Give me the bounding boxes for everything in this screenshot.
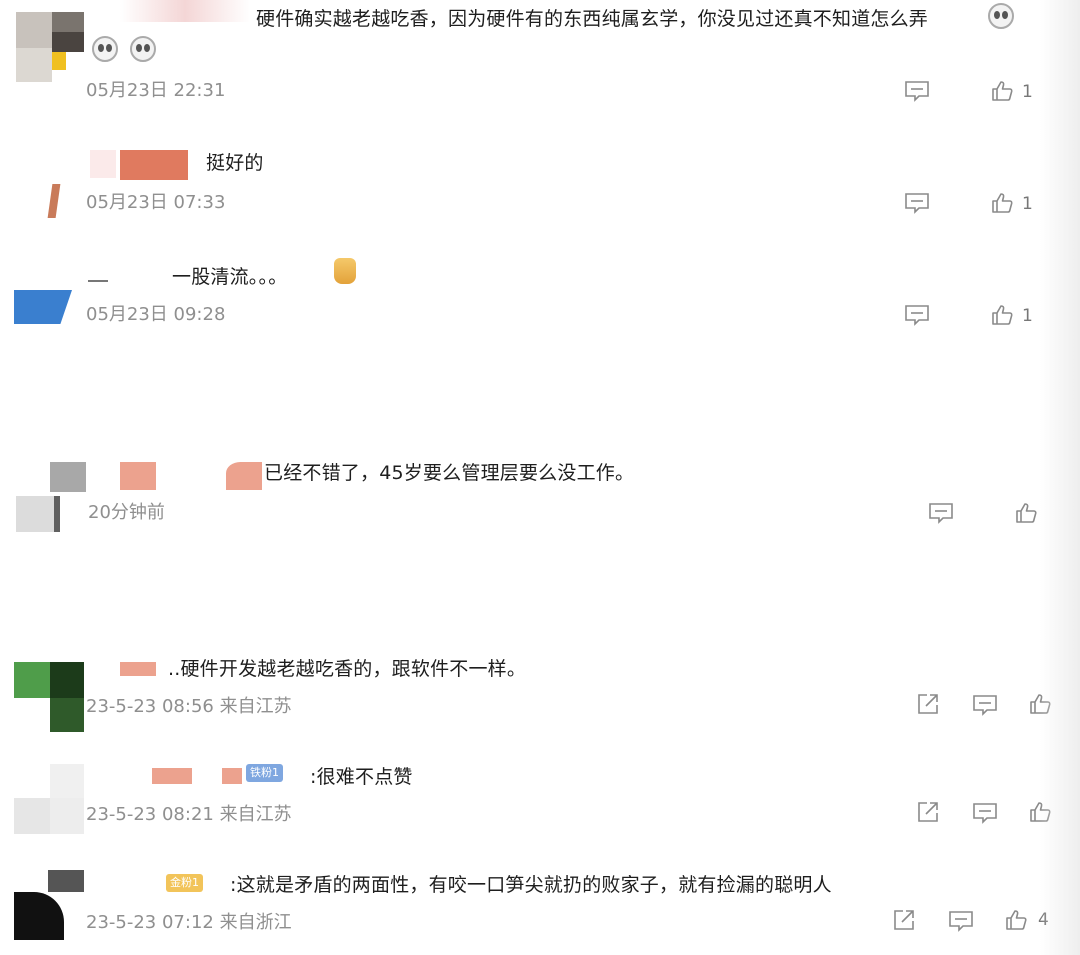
comment-timestamp: 20分钟前 (88, 502, 165, 523)
avatar[interactable] (16, 12, 84, 82)
avatar[interactable] (14, 290, 72, 324)
username-blurred[interactable] (222, 768, 242, 784)
comment-icon[interactable] (928, 502, 954, 524)
thumbs-up-icon[interactable] (990, 303, 1014, 327)
comment-icon[interactable] (972, 694, 998, 716)
thumbs-up-icon[interactable] (1004, 908, 1028, 932)
username-blurred[interactable] (90, 150, 116, 178)
username-blurred[interactable] (120, 150, 188, 180)
username-blurred[interactable] (120, 662, 156, 676)
share-icon[interactable] (892, 908, 916, 932)
comment-text: 已经不错了，45岁要么管理层要么没工作。 (264, 462, 635, 484)
username-blurred[interactable] (120, 0, 250, 22)
comment-timestamp: 23-5-23 08:56 来自江苏 (86, 696, 292, 717)
comment-text: :这就是矛盾的两面性，有咬一口笋尖就扔的败家子，就有捡漏的聪明人 (230, 874, 832, 896)
comment-timestamp: 23-5-23 07:12 来自浙江 (86, 912, 292, 933)
comment-text: ..硬件开发越老越吃香的，跟软件不一样。 (168, 658, 527, 680)
share-icon[interactable] (916, 800, 940, 824)
edge-shadow (1040, 0, 1080, 955)
fan-badge: 铁粉1 (246, 764, 283, 782)
username-blurred[interactable] (152, 768, 192, 784)
like-count: 1 (1022, 306, 1033, 326)
comment-timestamp: 05月23日 22:31 (86, 80, 226, 101)
thumbs-up-icon[interactable] (1014, 501, 1038, 525)
thumbs-up-emoji (334, 258, 356, 284)
comment-timestamp: 05月23日 07:33 (86, 192, 226, 213)
comment-icon[interactable] (904, 80, 930, 102)
comment-icon[interactable] (904, 304, 930, 326)
comment-text: 一股清流。。。 (172, 266, 288, 288)
comment-icon[interactable] (948, 910, 974, 932)
like-count: 1 (1022, 82, 1033, 102)
thumbs-up-icon[interactable] (990, 79, 1014, 103)
avatar[interactable] (14, 662, 84, 732)
username-blurred[interactable] (226, 462, 262, 490)
comment-icon[interactable] (972, 802, 998, 824)
comment-text: :很难不点赞 (310, 766, 413, 788)
avatar[interactable] (14, 764, 84, 834)
share-icon[interactable] (916, 692, 940, 716)
comment-icon[interactable] (904, 192, 930, 214)
username-blurred[interactable] (88, 280, 108, 282)
comment-text: 挺好的 (206, 152, 264, 174)
comment-timestamp: 05月23日 09:28 (86, 304, 226, 325)
avatar[interactable] (44, 184, 64, 218)
comment-text: 硬件确实越老越吃香，因为硬件有的东西纯属玄学，你没见过还真不知道怎么弄 (256, 8, 929, 30)
like-count: 1 (1022, 194, 1033, 214)
dizzy-face-emoji (988, 3, 1014, 29)
thumbs-up-icon[interactable] (990, 191, 1014, 215)
comment-timestamp: 23-5-23 08:21 来自江苏 (86, 804, 292, 825)
avatar[interactable] (16, 462, 86, 532)
fan-badge: 金粉1 (166, 874, 203, 892)
dizzy-face-emoji (92, 36, 118, 62)
username-blurred[interactable] (120, 462, 156, 490)
avatar[interactable] (14, 870, 84, 940)
dizzy-face-emoji (130, 36, 156, 62)
